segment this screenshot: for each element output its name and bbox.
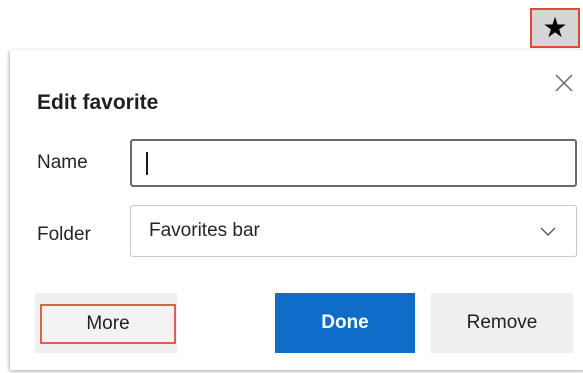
folder-select-value: Favorites bar bbox=[149, 220, 260, 241]
folder-label: Folder bbox=[37, 224, 91, 245]
folder-select[interactable]: Favorites bar bbox=[130, 205, 577, 257]
favorite-star-icon[interactable]: ★ bbox=[530, 8, 580, 48]
name-input[interactable] bbox=[130, 139, 577, 187]
chevron-down-icon bbox=[540, 227, 556, 236]
done-button[interactable]: Done bbox=[275, 293, 415, 353]
dialog-title: Edit favorite bbox=[37, 91, 159, 114]
close-icon[interactable] bbox=[552, 71, 576, 95]
browser-page: ★ Edit favorite Name Folder Favorites ba… bbox=[0, 0, 583, 373]
text-caret bbox=[146, 152, 148, 175]
remove-button[interactable]: Remove bbox=[431, 293, 573, 353]
name-label: Name bbox=[37, 152, 88, 173]
more-button[interactable]: More bbox=[40, 304, 176, 344]
